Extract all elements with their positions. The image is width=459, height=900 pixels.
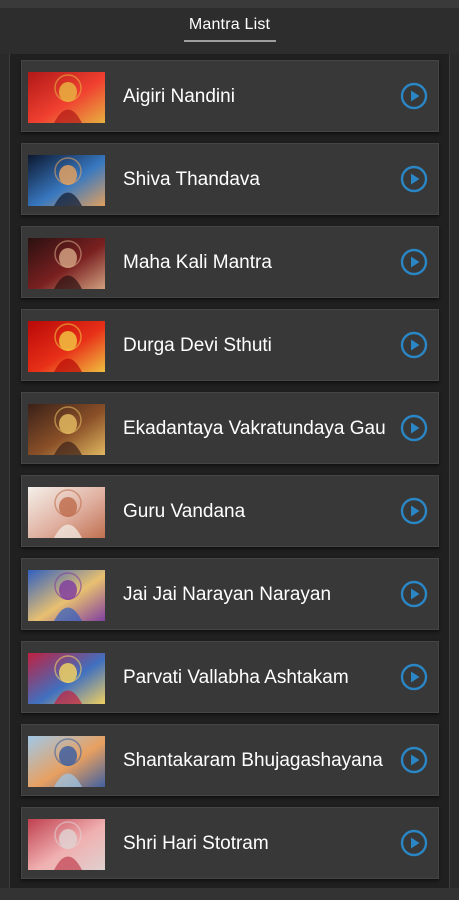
mantra-title: Jai Jai Narayan Narayan [123,584,332,605]
list-item[interactable]: Maha Kali Mantra [21,226,439,298]
play-icon[interactable] [400,663,428,691]
title-underline [183,40,276,42]
thumbnail-image [28,72,105,123]
mantra-title: Shiva Thandava [123,169,260,190]
mantra-title: Aigiri Nandini [123,86,235,107]
mantra-title: Ekadantaya Vakratundaya Gau [123,418,386,439]
thumbnail-image [28,155,105,206]
thumbnail-image [28,487,105,538]
play-icon[interactable] [400,580,428,608]
title-tab[interactable]: Mantra List [183,16,276,42]
mantra-title: Parvati Vallabha Ashtakam [123,667,349,688]
list-item[interactable]: Durga Devi Sthuti [21,309,439,381]
thumbnail-image [28,321,105,372]
page-title: Mantra List [188,16,271,33]
thumbnail-image [28,653,105,704]
play-icon[interactable] [400,414,428,442]
mantra-title: Shantakaram Bhujagashayana [123,750,383,771]
thumbnail-image [28,736,105,787]
mantra-list: Aigiri Nandini Shiva Thandava Maha Kali Ma… [21,60,439,890]
list-item[interactable]: Shantakaram Bhujagashayana [21,724,439,796]
thumbnail-image [28,404,105,455]
thumbnail-image [28,238,105,289]
list-item[interactable]: Shri Hari Stotram [21,807,439,879]
list-item[interactable]: Guru Vandana [21,475,439,547]
play-icon[interactable] [400,165,428,193]
list-item[interactable]: Shiva Thandava [21,143,439,215]
list-item[interactable]: Parvati Vallabha Ashtakam [21,641,439,713]
play-icon[interactable] [400,746,428,774]
mantra-title: Shri Hari Stotram [123,833,269,854]
play-icon[interactable] [400,248,428,276]
play-icon[interactable] [400,829,428,857]
thumbnail-image [28,819,105,870]
status-strip [0,0,459,8]
play-icon[interactable] [400,82,428,110]
mantra-title: Maha Kali Mantra [123,252,272,273]
list-item[interactable]: Jai Jai Narayan Narayan [21,558,439,630]
mantra-title: Guru Vandana [123,501,246,522]
bottom-bar [0,888,459,900]
app-header: Mantra List [0,8,459,54]
list-item[interactable]: Aigiri Nandini [21,60,439,132]
list-item[interactable]: Ekadantaya Vakratundaya Gau [21,392,439,464]
thumbnail-image [28,570,105,621]
play-icon[interactable] [400,331,428,359]
play-icon[interactable] [400,497,428,525]
mantra-title: Durga Devi Sthuti [123,335,272,356]
